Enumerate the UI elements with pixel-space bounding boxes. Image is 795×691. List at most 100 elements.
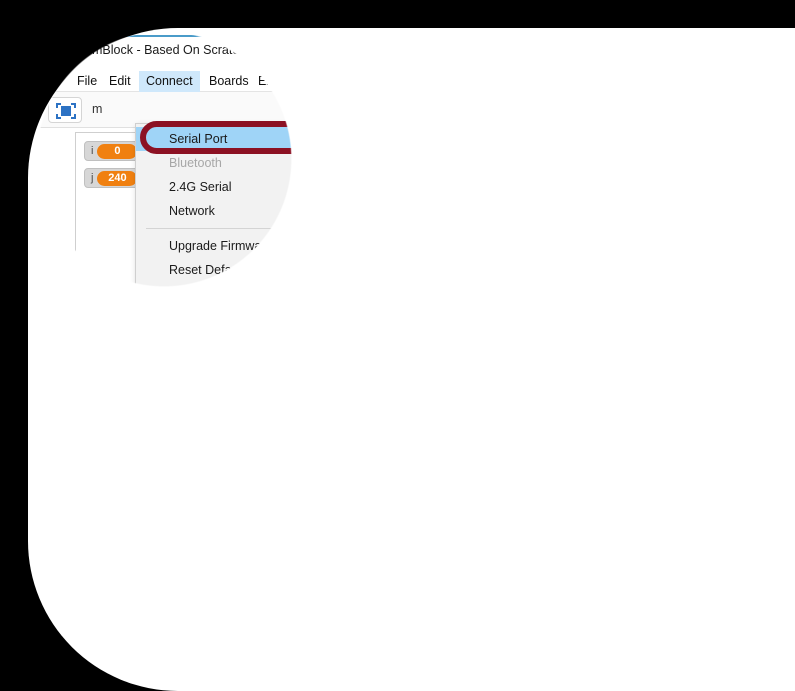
events-swatch-icon: [693, 161, 700, 176]
go-to-x-input[interactable]: 16: [616, 446, 641, 461]
stage-selector[interactable]: Stage 1 backdrop New backdrop:: [76, 545, 155, 682]
go-to-target-dropdown[interactable]: mouse-pointer: [602, 476, 695, 493]
category-events-label: Events: [705, 161, 744, 175]
variable-watcher-j: j 240: [84, 168, 143, 188]
set-x-input[interactable]: 0: [615, 591, 634, 606]
menu-item-bluetooth-label: Bluetooth: [169, 156, 222, 170]
chevron-right-icon: ›: [318, 288, 322, 300]
menu-item-view-source[interactable]: View Source: [136, 306, 334, 330]
category-sound-label: Sound: [575, 203, 612, 217]
turn-counterclockwise-icon: [599, 317, 613, 329]
glide-x-input[interactable]: 16: [679, 508, 704, 523]
block-go-to-target[interactable]: go to mouse-pointer: [565, 473, 706, 499]
menu-item-install-arduino-driver[interactable]: Install Arduino Driver: [136, 330, 334, 354]
menu-language[interactable]: Language: [324, 71, 394, 92]
menu-item-install-arduino-driver-label: Install Arduino Driver: [169, 335, 285, 349]
sprite-info-badge[interactable]: i: [166, 579, 183, 596]
toolbar-partial-label: m: [92, 102, 103, 116]
looks-swatch-icon: [563, 182, 570, 197]
category-operators-label: Operators: [705, 224, 761, 238]
chevron-right-icon: ›: [318, 205, 322, 217]
turn-cw-degrees-input[interactable]: 15: [620, 286, 645, 301]
change-x-input[interactable]: 10: [641, 560, 666, 575]
chevron-right-icon: ›: [318, 181, 322, 193]
sprite-pane: Stage 1 backdrop New backdrop: Sprites N…: [75, 544, 545, 683]
upload-sprite-icon[interactable]: [495, 550, 516, 571]
menu-item-bluetooth[interactable]: Bluetooth ›: [136, 151, 334, 175]
menu-separator: [146, 228, 324, 229]
turn-ccw-text-1: turn: [573, 317, 594, 331]
category-control[interactable]: Control: [691, 180, 745, 199]
menu-item-network[interactable]: Network ›: [136, 199, 334, 223]
menu-edit[interactable]: Edit: [102, 71, 138, 92]
change-x-text: change x by: [573, 560, 638, 574]
sprite-library-icon[interactable]: [445, 550, 466, 571]
block-point-towards[interactable]: point towards: [565, 390, 680, 416]
category-control-label: Control: [705, 182, 746, 196]
block-set-x-to[interactable]: set x to 0: [565, 587, 646, 613]
turn-ccw-text-2: degrees: [648, 317, 693, 331]
new-backdrop-label: New backdrop:: [81, 647, 152, 659]
block-palette: move 10 steps turn 15 degrees turn 15 de…: [553, 251, 795, 681]
glide-text-2: secs to x:: [624, 508, 676, 522]
category-motion[interactable]: Motion: [561, 159, 683, 178]
menu-item-serial-port[interactable]: Serial Port ›: [136, 127, 334, 151]
turn-clockwise-icon: [597, 286, 611, 298]
stage-thumbnail[interactable]: [85, 561, 146, 609]
paint-brush-icon[interactable]: [470, 550, 491, 571]
menu-item-reset-default-program[interactable]: Reset Default Program ›: [136, 258, 334, 282]
mouse-coordinates: x: 43 y: 180: [445, 527, 513, 539]
category-looks-label: Looks: [575, 182, 609, 196]
sprite-card-m-panda[interactable]: i M-Panda: [166, 579, 237, 654]
camera-icon[interactable]: [520, 550, 541, 571]
move-steps-input[interactable]: 10: [606, 255, 631, 270]
menu-extensions[interactable]: Extensions: [251, 71, 326, 92]
menu-item-upgrade-firmware-label: Upgrade Firmware: [169, 239, 273, 253]
serial-port-submenu: ✓ COM4: [335, 123, 462, 149]
menu-file[interactable]: File: [70, 71, 104, 92]
turn-ccw-degrees-input[interactable]: 15: [620, 317, 645, 332]
move-text-1: move: [573, 255, 603, 269]
green-flag-icon[interactable]: [492, 100, 510, 118]
point-towards-dropdown[interactable]: [647, 393, 669, 410]
collapse-arrow-icon[interactable]: [530, 530, 537, 540]
block-move-steps[interactable]: move 10 steps: [565, 251, 672, 277]
go-to-y-input[interactable]: 0: [657, 446, 677, 461]
block-go-to-xy[interactable]: go to x: 16 y: 0: [565, 442, 689, 468]
point-direction-text: point in direction: [573, 363, 661, 377]
menu-connect[interactable]: Connect: [139, 71, 200, 92]
block-glide[interactable]: glide 1 secs to x: 16 y: 0: [565, 504, 751, 530]
block-change-y-by[interactable]: change y by 10: [565, 618, 678, 644]
menu-item-24g-serial[interactable]: 2.4G Serial ›: [136, 175, 334, 199]
glide-text-1: glide: [573, 508, 599, 522]
menu-item-set-firmware-mode[interactable]: Set FirmWare Mode ›: [136, 282, 334, 306]
menu-help[interactable]: Help: [391, 71, 431, 92]
block-point-in-direction[interactable]: point in direction 90: [565, 359, 708, 385]
category-sensing[interactable]: Sensing: [691, 201, 750, 220]
tab-sounds[interactable]: Sounds: [718, 128, 790, 153]
stage-scrollbar[interactable]: [545, 132, 553, 525]
block-change-x-by[interactable]: change x by 10: [565, 556, 678, 582]
tab-costumes[interactable]: Costumes: [632, 128, 715, 153]
submenu-item-com4[interactable]: COM4: [372, 124, 408, 148]
block-turn-clockwise[interactable]: turn 15 degrees: [565, 282, 701, 308]
move-text-2: steps: [634, 255, 664, 269]
category-operators[interactable]: Operators: [691, 222, 761, 241]
menu-boards[interactable]: Boards: [202, 71, 256, 92]
turn-cw-text-2: degrees: [648, 286, 693, 300]
menu-item-upgrade-firmware[interactable]: Upgrade Firmware: [136, 234, 334, 258]
category-looks[interactable]: Looks: [561, 180, 608, 199]
tab-scripts[interactable]: Scripts: [557, 126, 629, 153]
glide-y-input[interactable]: 0: [720, 508, 739, 523]
coord-x-value: 43: [457, 527, 471, 539]
category-motion-label: Motion: [577, 161, 618, 175]
category-events[interactable]: Events: [691, 159, 743, 178]
block-turn-counterclockwise[interactable]: turn 15 degrees: [565, 313, 701, 339]
change-y-input[interactable]: 10: [641, 622, 666, 637]
category-pen[interactable]: Pen: [561, 222, 597, 241]
glide-secs-input[interactable]: 1: [602, 508, 621, 523]
new-sprite-icons: [445, 550, 539, 571]
cursor-tool-button[interactable]: [48, 97, 82, 123]
category-sound[interactable]: Sound: [561, 201, 611, 220]
point-direction-dropdown[interactable]: 90: [664, 363, 696, 378]
